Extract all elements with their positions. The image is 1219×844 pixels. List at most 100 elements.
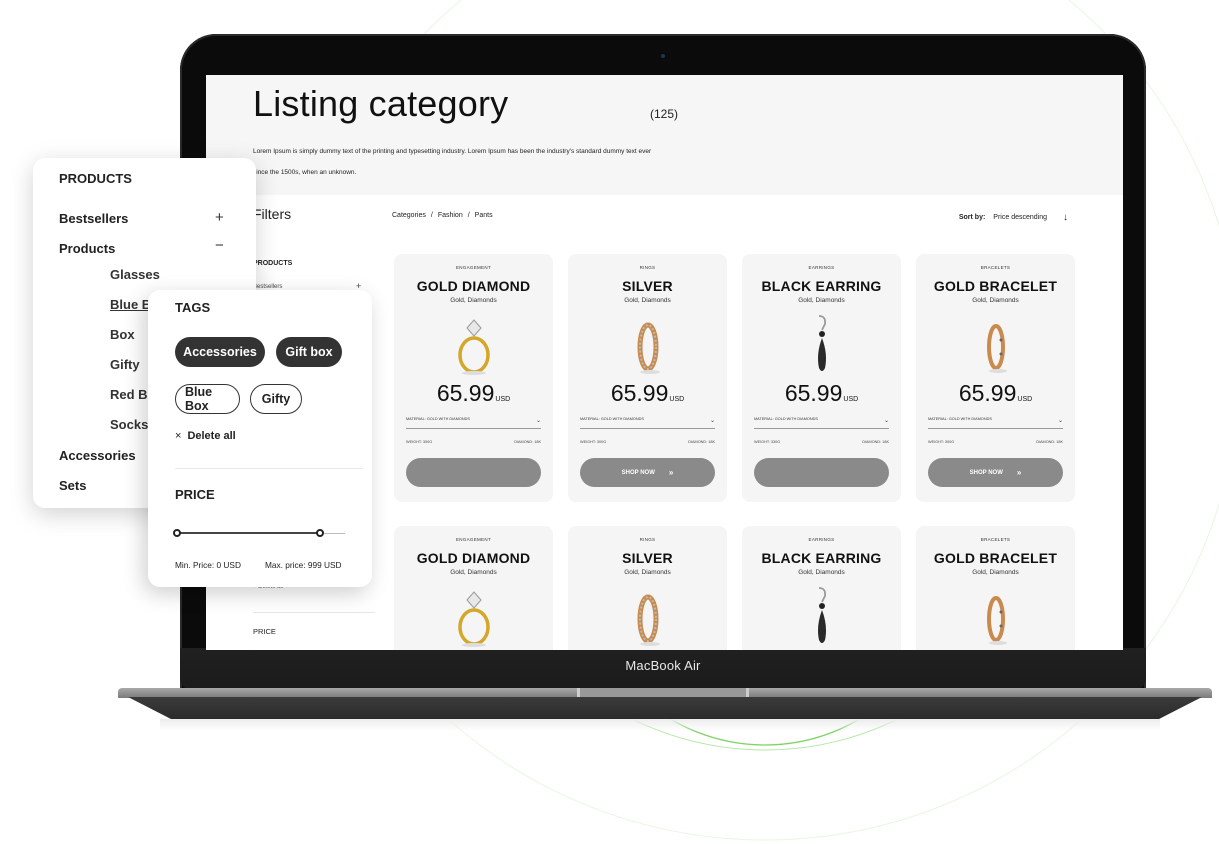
sort-control[interactable]: Sort by: Price descending ↓ — [959, 212, 1068, 223]
product-subtitle: Gold, Diamonds — [972, 569, 1019, 576]
weight-label: WEIGHT: 300G — [580, 440, 607, 444]
gold-band-image[interactable] — [966, 586, 1026, 648]
product-card[interactable]: ENGAGEMENT GOLD DIAMOND Gold, Diamonds 65.9… — [394, 254, 553, 502]
product-name[interactable]: BLACK EARRING — [742, 278, 901, 294]
sort-label: Sort by: — [958, 214, 986, 221]
filter-price-heading: PRICE — [253, 627, 276, 636]
drop-earring-image[interactable] — [792, 586, 852, 648]
product-subtitle: Gold, Diamonds — [450, 569, 497, 576]
price-currency: USD — [843, 396, 859, 403]
product-price: 65.99USD — [916, 380, 1075, 407]
category-accessories[interactable]: Accessories — [59, 448, 136, 463]
eternity-ring-image[interactable] — [618, 314, 678, 376]
result-count: (125) — [650, 107, 679, 121]
material-label: MATERIAL: GOLD WITH DIAMONDS — [406, 417, 470, 421]
category-sets[interactable]: Sets — [59, 478, 86, 493]
product-name[interactable]: BLACK EARRING — [742, 550, 901, 566]
breadcrumb-separator: / — [467, 212, 470, 219]
product-name[interactable]: GOLD BRACELET — [916, 278, 1075, 294]
laptop-base-bottom — [128, 697, 1202, 719]
chevron-down-icon: ⌄ — [535, 418, 541, 424]
arrow-down-icon[interactable]: ↓ — [1063, 212, 1068, 223]
price-currency: USD — [495, 396, 511, 403]
subcategory-gifty[interactable]: Gifty — [110, 357, 140, 372]
product-category: RINGS — [639, 537, 656, 542]
sort-value[interactable]: Price descending — [993, 214, 1047, 221]
product-specs: WEIGHT: 300G DIAMOND: 18K — [928, 440, 1063, 444]
product-name[interactable]: GOLD DIAMOND — [394, 278, 553, 294]
tag-accessories[interactable]: Accessories — [175, 337, 265, 367]
shop-now-button[interactable]: SHOP NOW » — [580, 458, 715, 487]
laptop-hinge — [577, 688, 749, 697]
shop-now-button[interactable]: SHOP NOW » — [928, 458, 1063, 487]
product-name[interactable]: SILVER — [568, 278, 727, 294]
product-card[interactable]: EARRINGS BLACK EARRING Gold, Diamonds 65.99… — [742, 254, 901, 502]
product-price: 65.99USD — [394, 380, 553, 407]
breadcrumb-pants[interactable]: Pants — [475, 212, 493, 219]
shop-now-button[interactable] — [754, 458, 889, 487]
product-name[interactable]: SILVER — [568, 550, 727, 566]
product-name[interactable]: GOLD BRACELET — [916, 550, 1075, 566]
material-select[interactable]: MATERIAL: GOLD WITH DIAMONDS ⌄ — [928, 417, 1063, 429]
subcategory-box[interactable]: Box — [110, 327, 135, 342]
product-card[interactable]: BRACELETS GOLD BRACELET Gold, Diamonds — [916, 526, 1075, 650]
camera-icon — [661, 54, 665, 58]
chevron-down-icon: ⌄ — [1057, 418, 1063, 424]
drop-earring-image[interactable] — [792, 314, 852, 376]
breadcrumb-separator: / — [430, 212, 433, 219]
product-card[interactable]: ENGAGEMENT GOLD DIAMOND Gold, Diamonds — [394, 526, 553, 650]
product-specs: WEIGHT: 330G DIAMOND: 18K — [754, 440, 889, 444]
price-range-slider[interactable] — [173, 529, 345, 539]
engagement-ring-image[interactable] — [444, 586, 504, 648]
delete-all-label: Delete all — [187, 430, 236, 442]
product-subtitle: Gold, Diamonds — [798, 297, 845, 304]
hero-section: Listing category (125) Lorem Ipsum is si… — [206, 75, 1123, 195]
product-subtitle: Gold, Diamonds — [624, 569, 671, 576]
material-select[interactable]: MATERIAL: GOLD WITH DIAMONDS ⌄ — [754, 417, 889, 429]
weight-label: WEIGHT: 330G — [754, 440, 781, 444]
category-bestsellers[interactable]: Bestsellers — [59, 211, 128, 226]
product-category: EARRINGS — [808, 537, 835, 542]
diamond-label: DIAMOND: 18K — [514, 440, 541, 444]
category-products[interactable]: Products — [59, 241, 115, 256]
material-label: MATERIAL: GOLD WITH DIAMONDS — [580, 417, 644, 421]
product-card[interactable]: RINGS SILVER Gold, Diamonds — [568, 526, 727, 650]
product-card[interactable]: RINGS SILVER Gold, Diamonds 65.99USD MATERIA… — [568, 254, 727, 502]
plus-icon[interactable]: + — [215, 209, 224, 226]
gold-band-image[interactable] — [966, 314, 1026, 376]
tag-gift-box[interactable]: Gift box — [276, 337, 342, 367]
tag-blue-box[interactable]: Blue Box — [175, 384, 240, 414]
product-card[interactable]: BRACELETS GOLD BRACELET Gold, Diamonds 65.9… — [916, 254, 1075, 502]
engagement-ring-image[interactable] — [444, 314, 504, 376]
breadcrumb-fashion[interactable]: Fashion — [438, 212, 463, 219]
product-name[interactable]: GOLD DIAMOND — [394, 550, 553, 566]
laptop-shadow — [160, 719, 1160, 731]
shop-now-button[interactable] — [406, 458, 541, 487]
breadcrumb-categories[interactable]: Categories — [392, 212, 426, 219]
product-category: BRACELETS — [980, 537, 1011, 542]
slider-min-handle[interactable] — [173, 529, 181, 537]
divider — [175, 468, 363, 469]
eternity-ring-image[interactable] — [618, 586, 678, 648]
shop-now-label: SHOP NOW — [969, 469, 1003, 476]
chevron-down-icon: ⌄ — [709, 418, 715, 424]
material-select[interactable]: MATERIAL: GOLD WITH DIAMONDS ⌄ — [406, 417, 541, 429]
filters-title: Filters — [253, 206, 292, 222]
tag-gifty[interactable]: Gifty — [250, 384, 302, 414]
slider-max-handle[interactable] — [315, 529, 324, 537]
material-select[interactable]: MATERIAL: GOLD WITH DIAMONDS ⌄ — [580, 417, 715, 429]
product-subtitle: Gold, Diamonds — [450, 297, 497, 304]
tags-filter-panel: TAGS Accessories Gift box Blue Box Gifty… — [148, 290, 372, 587]
device-label: MacBook Air — [625, 658, 701, 673]
product-card[interactable]: EARRINGS BLACK EARRING Gold, Diamonds — [742, 526, 901, 650]
delete-all-button[interactable]: × Delete all — [175, 430, 236, 442]
subcategory-glasses[interactable]: Glasses — [110, 267, 160, 282]
close-icon: × — [175, 430, 182, 442]
price-currency: USD — [669, 396, 685, 403]
minus-icon[interactable]: − — [215, 237, 224, 254]
weight-label: WEIGHT: 300G — [928, 440, 955, 444]
product-specs: WEIGHT: 300G DIAMOND: 18K — [580, 440, 715, 444]
min-price-label: Min. Price: 0 USD — [175, 560, 241, 570]
product-subtitle: Gold, Diamonds — [972, 297, 1019, 304]
subcategory-socks[interactable]: Socks — [110, 417, 148, 432]
